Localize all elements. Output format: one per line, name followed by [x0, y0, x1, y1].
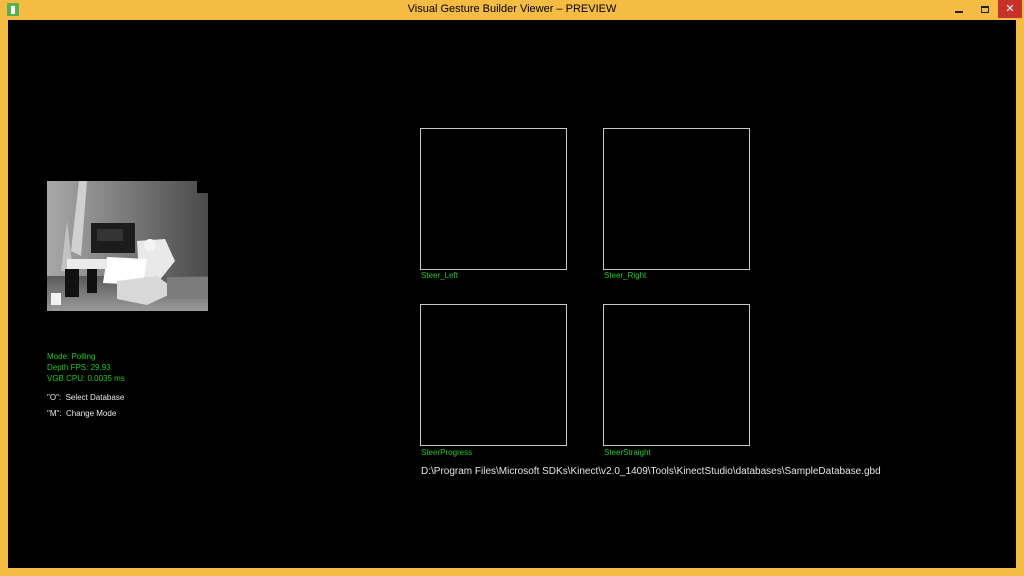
- gesture-tile-steer-left: [420, 128, 567, 270]
- gesture-label-steer-left: Steer_Left: [421, 271, 458, 280]
- close-button[interactable]: ✕: [998, 0, 1022, 18]
- select-database-hint: "O": Select Database: [47, 393, 125, 402]
- depth-fps-status: Depth FPS: 29.93: [47, 363, 111, 372]
- minimize-button[interactable]: [946, 0, 972, 18]
- gesture-label-steer-right: Steer_Right: [604, 271, 647, 280]
- gesture-tile-steer-progress: [420, 304, 567, 446]
- minimize-icon: [955, 11, 963, 13]
- gesture-label-steer-progress: SteerProgress: [421, 448, 473, 457]
- close-icon: ✕: [1005, 2, 1015, 15]
- change-mode-hint: "M": Change Mode: [47, 409, 117, 418]
- title-bar[interactable]: Visual Gesture Builder Viewer – PREVIEW …: [0, 0, 1024, 20]
- viewer-canvas: Mode: Polling Depth FPS: 29.93 VGB CPU: …: [8, 20, 1016, 568]
- vgb-cpu-status: VGB CPU: 0.0035 ms: [47, 374, 125, 383]
- maximize-button[interactable]: [972, 0, 998, 18]
- maximize-icon: [981, 5, 989, 13]
- depth-image: [47, 181, 208, 311]
- depth-frame-graphic: [47, 181, 208, 311]
- gesture-tile-steer-straight: [603, 304, 750, 446]
- gesture-label-steer-straight: SteerStraight: [604, 448, 651, 457]
- gesture-tile-steer-right: [603, 128, 750, 270]
- mode-status: Mode: Polling: [47, 352, 96, 361]
- window-title: Visual Gesture Builder Viewer – PREVIEW: [407, 3, 617, 15]
- database-path: D:\Program Files\Microsoft SDKs\Kinect\v…: [421, 466, 881, 477]
